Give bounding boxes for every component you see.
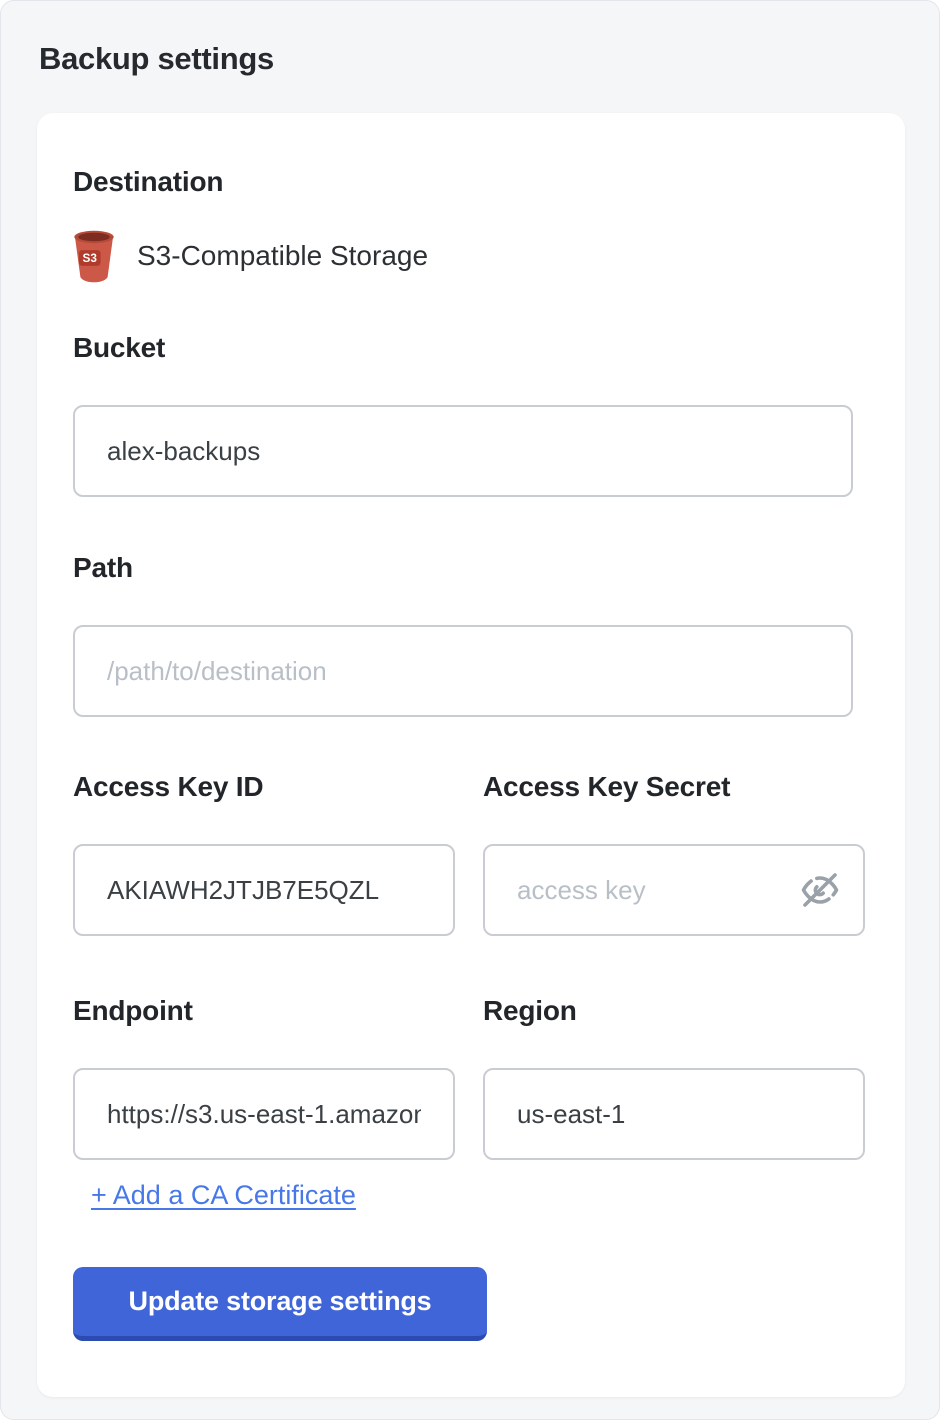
add-ca-certificate-link[interactable]: + Add a CA Certificate [91,1180,356,1210]
access-key-secret-field: Access Key Secret [483,772,865,936]
endpoint-region-row: Endpoint Region [73,996,869,1160]
backup-settings-page: Backup settings Destination S3 S3-Compat… [0,0,940,1420]
path-label: Path [73,553,869,583]
svg-text:S3: S3 [83,251,98,265]
bucket-input[interactable] [73,405,853,497]
access-key-id-label: Access Key ID [73,772,455,802]
destination-row: S3 S3-Compatible Storage [73,229,869,283]
region-input[interactable] [483,1068,865,1160]
access-key-id-field: Access Key ID [73,772,455,936]
destination-label: Destination [73,167,869,197]
update-storage-settings-button[interactable]: Update storage settings [73,1267,487,1341]
region-field: Region [483,996,865,1160]
path-input[interactable] [73,625,853,717]
eye-off-icon [801,896,839,911]
s3-bucket-icon: S3 [73,229,115,283]
page-title: Backup settings [1,1,939,77]
access-keys-row: Access Key ID Access Key Secret [73,772,869,936]
destination-value: S3-Compatible Storage [137,239,428,273]
endpoint-label: Endpoint [73,996,455,1026]
access-key-secret-label: Access Key Secret [483,772,865,802]
toggle-secret-visibility-button[interactable] [801,872,839,908]
region-label: Region [483,996,865,1026]
backup-settings-card: Destination S3 S3-Compatible Storage Buc… [37,113,905,1397]
endpoint-input[interactable] [73,1068,455,1160]
access-key-id-input[interactable] [73,844,455,936]
bucket-label: Bucket [73,333,869,363]
endpoint-field: Endpoint [73,996,455,1160]
